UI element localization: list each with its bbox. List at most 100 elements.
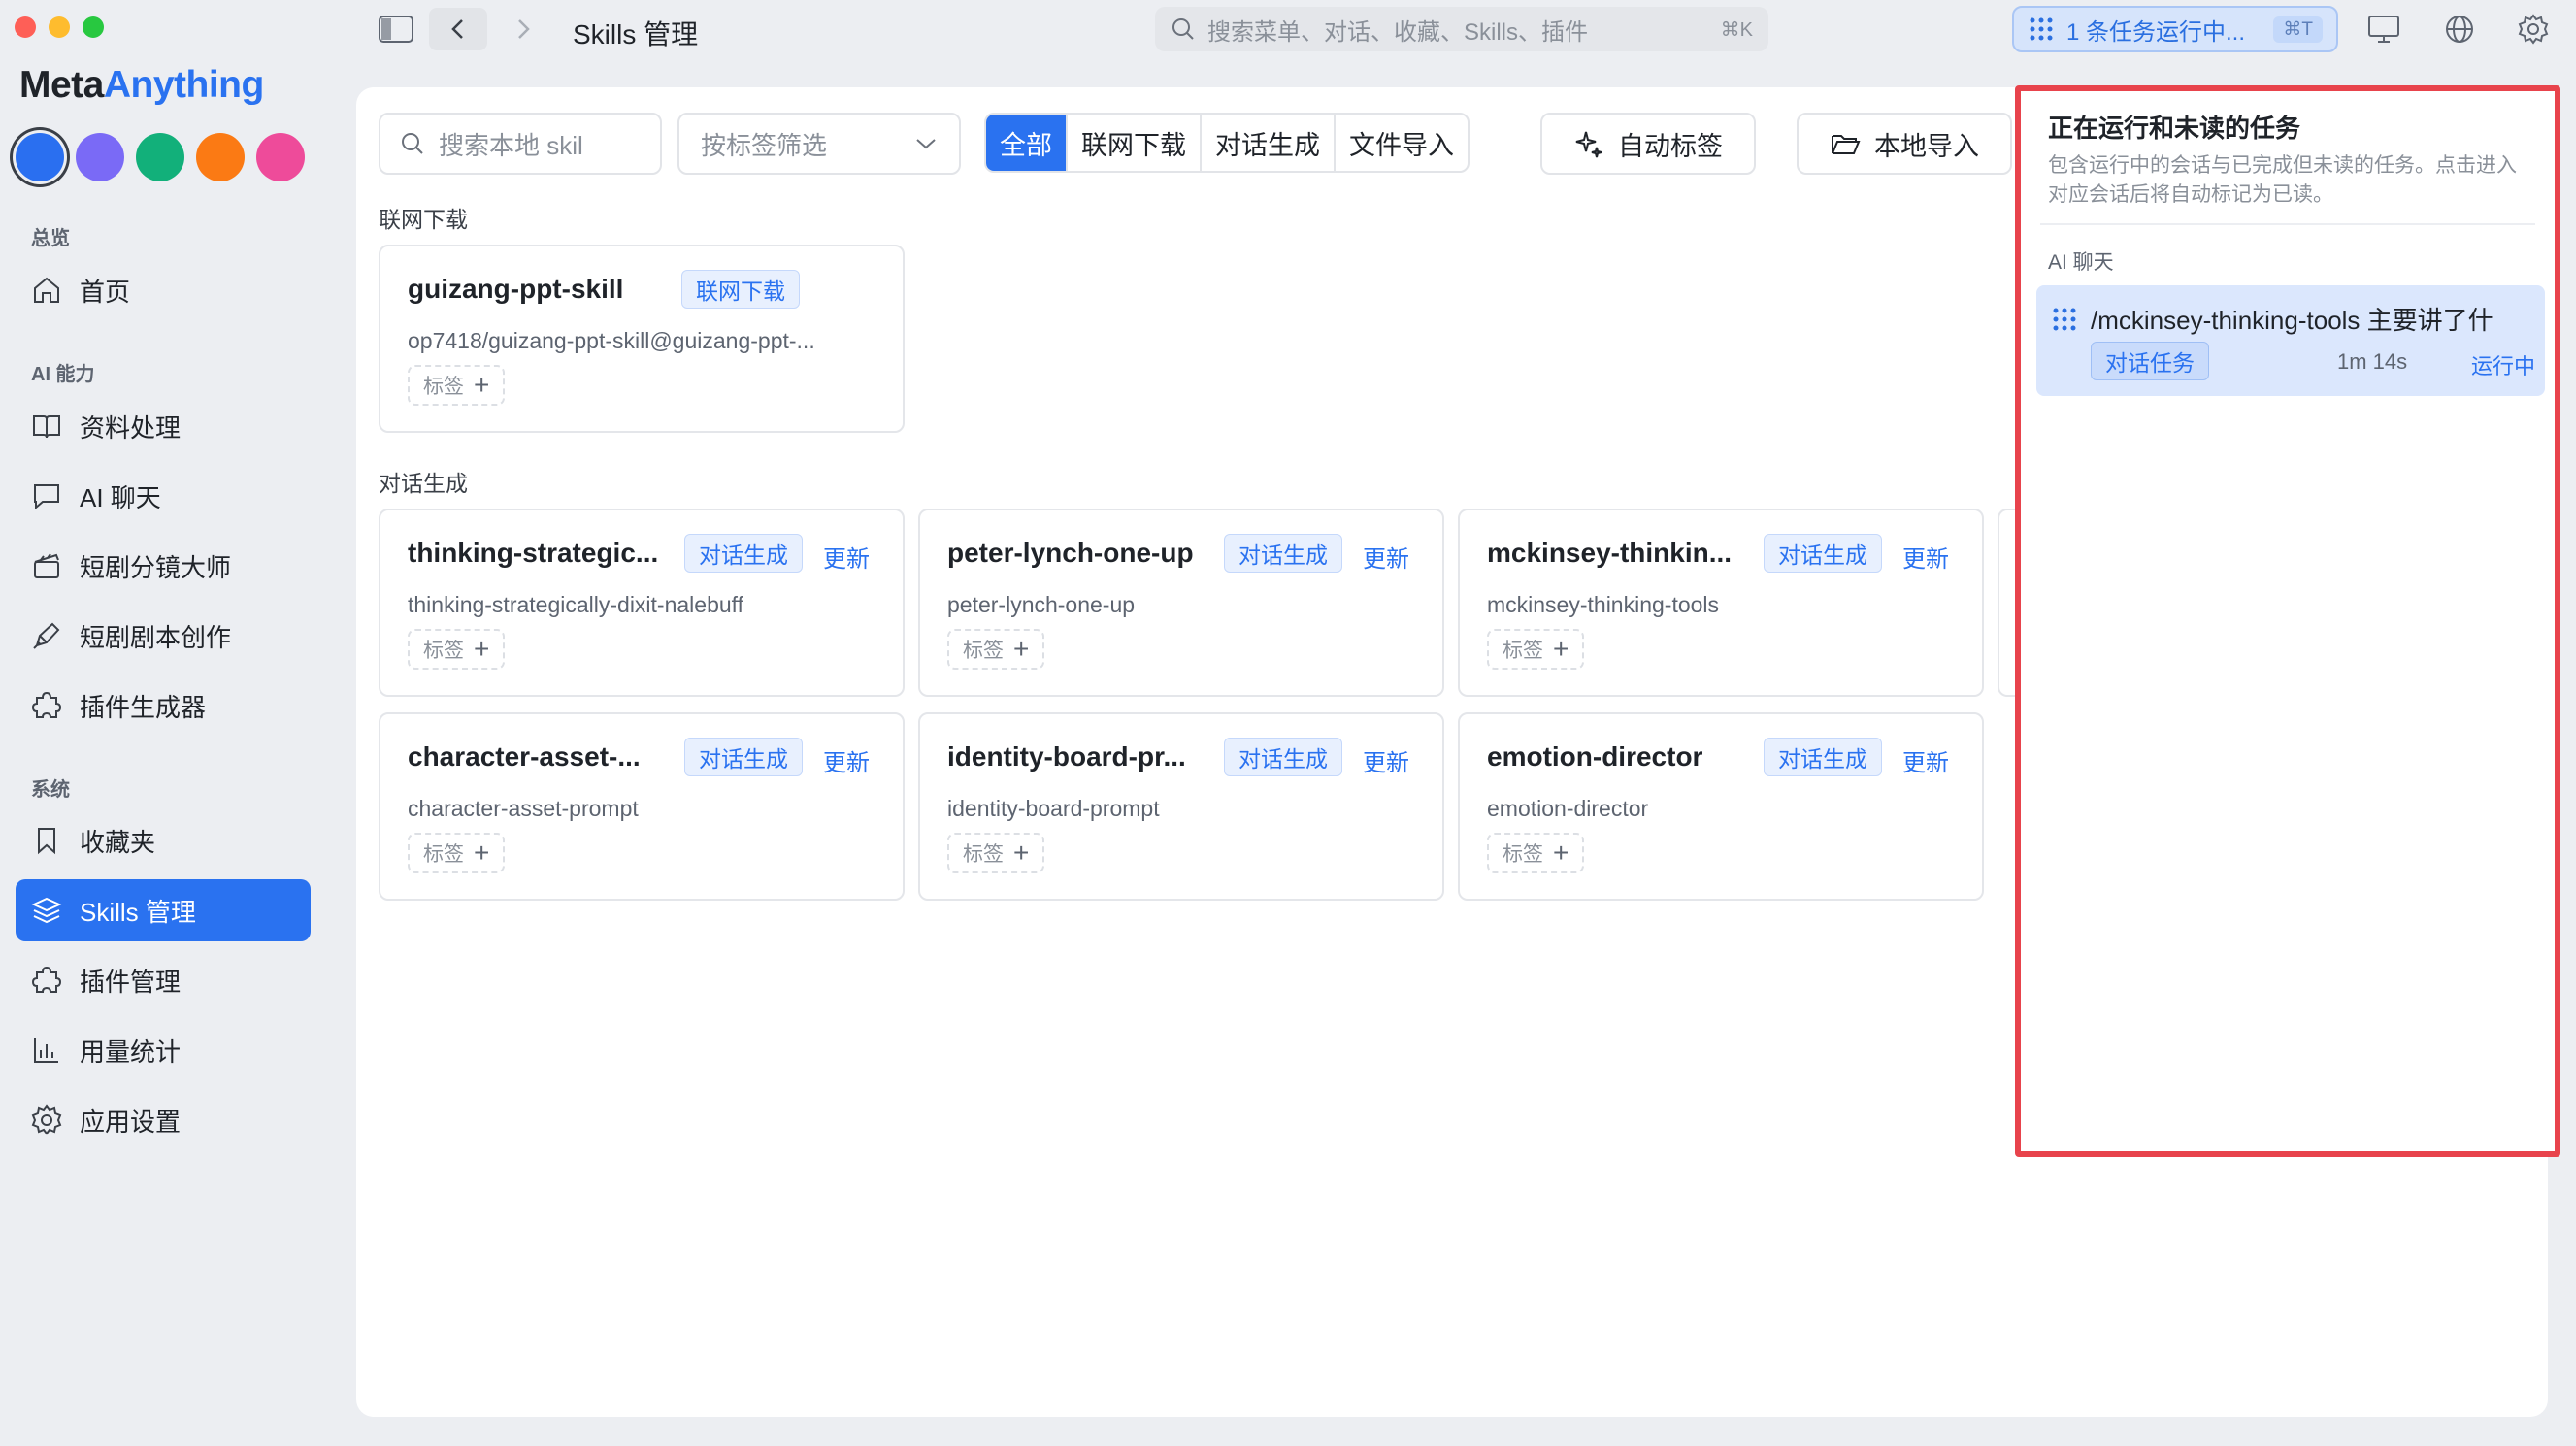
sidebar-item-label: 收藏夹 [80,827,156,857]
close-window-button[interactable] [15,16,36,38]
sidebar-section-ai: AI 能力 [31,364,95,385]
skill-subtitle: identity-board-prompt [947,796,1160,821]
sidebar-item-docs[interactable]: 资料处理 [16,395,311,457]
sidebar-item-ai-chat[interactable]: AI 聊天 [16,465,311,527]
filter-tab-online[interactable]: 联网下载 [1066,115,1200,171]
sidebar-item-home[interactable]: 首页 [16,259,311,321]
local-skill-search-input[interactable]: 搜索本地 skil [379,113,662,175]
task-type-badge: 对话任务 [2091,342,2209,380]
tasks-shortcut-hint: ⌘T [2273,16,2323,43]
auto-tag-button[interactable]: 自动标签 [1540,113,1756,175]
skill-subtitle: emotion-director [1487,796,1649,821]
skill-card[interactable]: mckinsey-thinkin... 对话生成 更新 mckinsey-thi… [1458,509,1984,697]
book-icon [33,415,60,439]
local-search-placeholder: 搜索本地 skil [439,130,583,160]
add-tag-button[interactable]: 标签 + [1487,833,1585,873]
monitor-icon[interactable] [2364,12,2403,47]
theme-swatch-orange[interactable] [196,133,245,181]
zoom-window-button[interactable] [83,16,104,38]
sparkle-icon [1575,131,1602,158]
clapper-icon [34,553,59,578]
running-tasks-label: 1 条任务运行中... [2066,18,2246,46]
window-controls [15,16,104,38]
globe-icon[interactable] [2440,12,2479,47]
skill-name: identity-board-pr... [947,741,1186,772]
task-title: /mckinsey-thinking-tools 主要讲了什 [2091,306,2493,335]
update-link[interactable]: 更新 [823,540,870,574]
update-link[interactable]: 更新 [1363,540,1409,574]
skill-name: thinking-strategic... [408,538,659,568]
tag-filter-select[interactable]: 按标签筛选 [677,113,961,175]
filter-tab-file[interactable]: 文件导入 [1334,115,1468,171]
add-tag-label: 标签 [963,843,1004,866]
minimize-window-button[interactable] [49,16,70,38]
chevron-down-icon [916,139,936,149]
sidebar-item-plugins[interactable]: 插件管理 [16,949,311,1011]
folder-open-icon [1832,135,1861,154]
local-import-button[interactable]: 本地导入 [1797,113,2012,175]
add-tag-button[interactable]: 标签 + [408,629,506,670]
auto-tag-label: 自动标签 [1618,131,1723,161]
skill-card[interactable]: emotion-director 对话生成 更新 emotion-directo… [1458,712,1984,901]
sidebar-section-overview: 总览 [31,228,70,249]
filter-tab-chat[interactable]: 对话生成 [1200,115,1334,171]
sidebar-item-storyboard[interactable]: 短剧分镜大师 [16,535,311,597]
sidebar-item-script[interactable]: 短剧剧本创作 [16,605,311,667]
add-tag-button[interactable]: 标签 + [408,365,506,406]
sidebar-toggle-icon[interactable] [375,14,417,45]
theme-swatch-pink[interactable] [256,133,305,181]
skill-card[interactable]: peter-lynch-one-up 对话生成 更新 peter-lynch-o… [918,509,1444,697]
source-badge: 联网下载 [681,270,800,309]
search-icon [1172,18,1194,40]
source-badge: 对话生成 [684,738,803,776]
add-tag-button[interactable]: 标签 + [947,833,1045,873]
sidebar-item-skills[interactable]: Skills 管理 [16,879,311,941]
skill-subtitle: thinking-strategically-dixit-nalebuff [408,592,744,617]
add-tag-button[interactable]: 标签 + [408,833,506,873]
update-link[interactable]: 更新 [1902,540,1949,574]
theme-swatch-purple[interactable] [76,133,124,181]
skill-card[interactable]: thinking-strategic... 对话生成 更新 thinking-s… [379,509,905,697]
sidebar-item-label: 应用设置 [80,1106,182,1136]
sidebar-item-label: 用量统计 [80,1036,182,1067]
plus-icon: + [474,634,490,664]
skill-card[interactable]: identity-board-pr... 对话生成 更新 identity-bo… [918,712,1444,901]
running-tasks-button[interactable]: 1 条任务运行中... ⌘T [2012,6,2338,52]
theme-swatch-blue[interactable] [16,133,64,181]
filter-tab-all[interactable]: 全部 [986,115,1066,171]
update-link[interactable]: 更新 [823,743,870,777]
search-icon [402,133,423,154]
global-search-input[interactable]: 搜索菜单、对话、收藏、Skills、插件 ⌘K [1155,7,1768,51]
puzzle-icon [31,966,62,993]
task-list-item[interactable]: /mckinsey-thinking-tools 主要讲了什 对话任务 1m 1… [2036,285,2545,396]
sidebar-item-usage[interactable]: 用量统计 [16,1019,311,1081]
source-badge: 对话生成 [1764,534,1882,573]
home-icon [34,277,59,303]
back-button[interactable] [429,8,487,50]
gear-icon [31,1104,62,1135]
layers-icon [31,897,62,924]
sidebar-item-plugin-generator[interactable]: 插件生成器 [16,674,311,737]
add-tag-button[interactable]: 标签 + [947,629,1045,670]
sidebar-item-favorites[interactable]: 收藏夹 [16,809,311,871]
sidebar-section-system: 系统 [31,779,70,801]
update-link[interactable]: 更新 [1363,743,1409,777]
gear-icon[interactable] [2514,12,2553,47]
update-link[interactable]: 更新 [1902,743,1949,777]
skill-subtitle: peter-lynch-one-up [947,592,1136,617]
skill-card[interactable]: character-asset-... 对话生成 更新 character-as… [379,712,905,901]
add-tag-label: 标签 [423,640,464,662]
add-tag-button[interactable]: 标签 + [1487,629,1585,670]
popover-description: 包含运行中的会话与已完成但未读的任务。点击进入对应会话后将自动标记为已读。 [2048,154,2517,206]
sidebar-item-label: 资料处理 [80,412,182,443]
theme-swatch-green[interactable] [136,133,184,181]
source-badge: 对话生成 [1224,534,1342,573]
sidebar-item-settings[interactable]: 应用设置 [16,1089,311,1151]
plus-icon: + [474,370,490,400]
chevron-left-icon [451,19,463,39]
skill-card[interactable]: guizang-ppt-skill 联网下载 op7418/guizang-pp… [379,245,905,433]
skill-name: guizang-ppt-skill [408,274,624,304]
plus-icon: + [1013,838,1030,868]
popover-divider [2040,223,2535,225]
forward-button[interactable] [499,8,547,50]
